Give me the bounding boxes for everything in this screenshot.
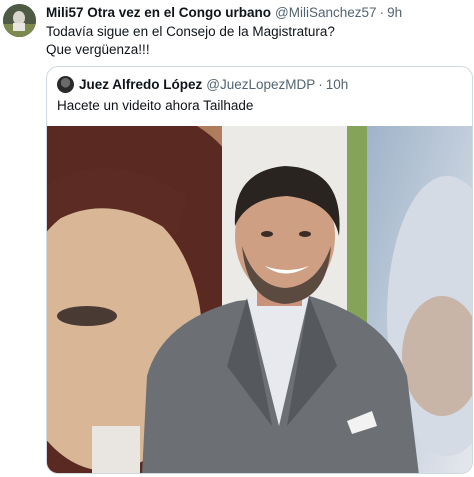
quoted-header: Juez Alfredo López @JuezLopezMDP · 10h bbox=[57, 76, 348, 93]
quoted-video-thumbnail[interactable] bbox=[47, 126, 472, 473]
tweet-text: Todavía sigue en el Consejo de la Magist… bbox=[46, 23, 466, 59]
tweet[interactable]: Mili57 Otra vez en el Congo urbano @Mili… bbox=[0, 0, 474, 477]
tweet-text-line-1: Todavía sigue en el Consejo de la Magist… bbox=[46, 24, 335, 39]
quoted-avatar bbox=[57, 76, 74, 93]
quoted-time: 10h bbox=[325, 77, 349, 92]
quoted-tweet[interactable]: Juez Alfredo López @JuezLopezMDP · 10h H… bbox=[46, 66, 473, 474]
quoted-separator-dot: · bbox=[318, 77, 323, 92]
author-name[interactable]: Mili57 Otra vez en el Congo urbano bbox=[46, 5, 271, 20]
author-avatar[interactable] bbox=[3, 4, 36, 37]
separator-dot: · bbox=[379, 5, 385, 20]
quoted-text: Hacete un videito ahora Tailhade bbox=[57, 98, 254, 113]
quoted-author-name: Juez Alfredo López bbox=[79, 77, 203, 92]
tweet-text-line-2: Que vergüenza!!! bbox=[46, 42, 150, 57]
quoted-author-handle: @JuezLopezMDP bbox=[206, 77, 316, 92]
tweet-time[interactable]: 9h bbox=[387, 5, 402, 20]
tweet-header: Mili57 Otra vez en el Congo urbano @Mili… bbox=[46, 5, 402, 21]
author-handle[interactable]: @MiliSanchez57 bbox=[275, 5, 377, 20]
